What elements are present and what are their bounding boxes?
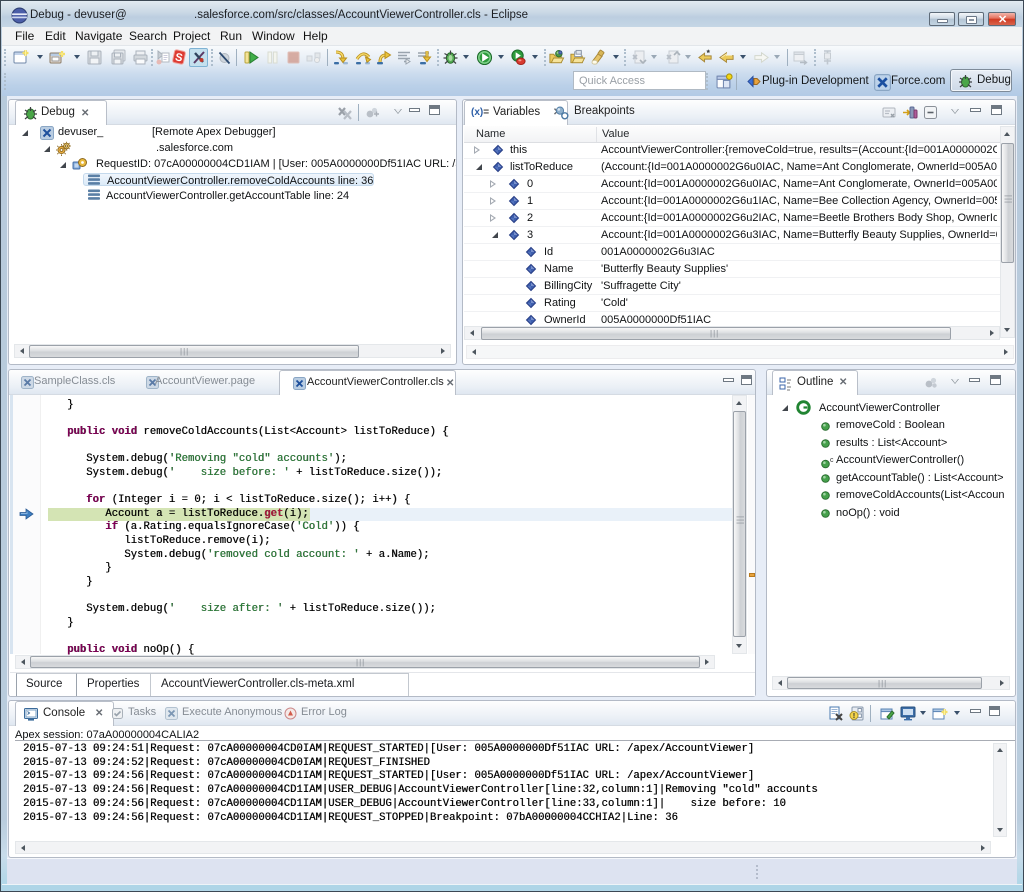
svg-text:c: c	[830, 457, 834, 464]
svg-text:!: !	[853, 711, 856, 720]
